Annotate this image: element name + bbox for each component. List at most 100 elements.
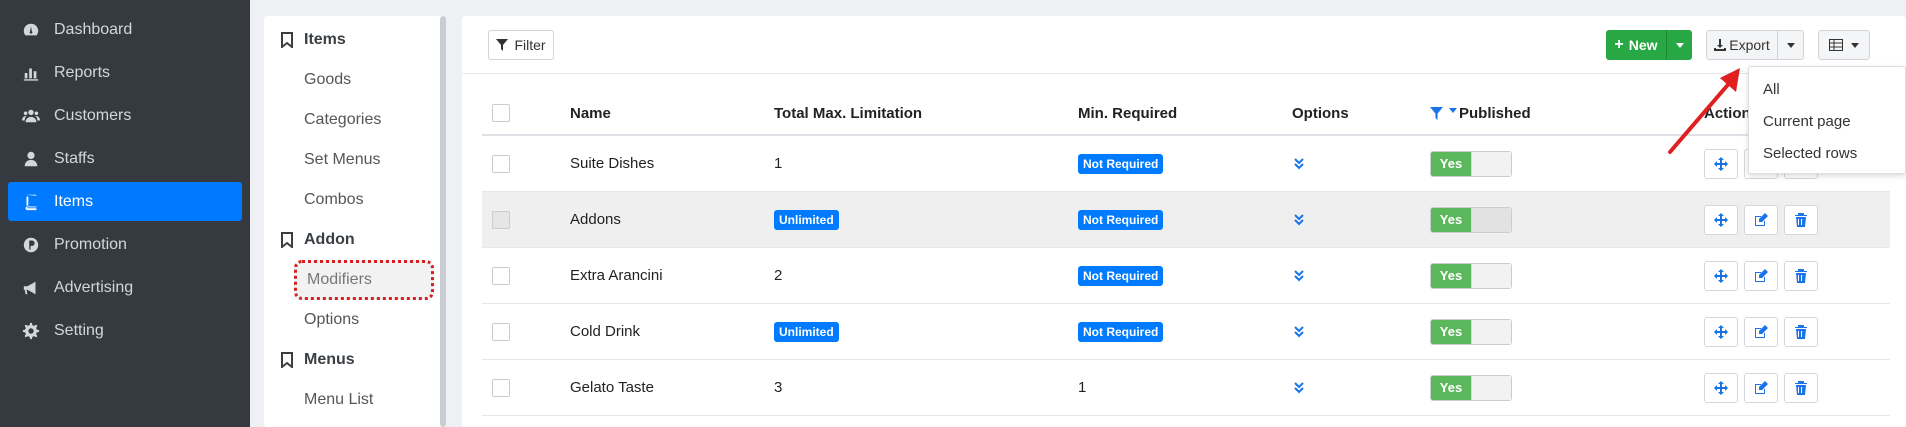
delete-button[interactable]	[1784, 372, 1818, 403]
select-all-checkbox[interactable]	[492, 104, 510, 122]
double-chevron-down-icon[interactable]	[1292, 269, 1306, 283]
filter-icon	[496, 39, 509, 51]
subnav-item-set-menus[interactable]: Set Menus	[264, 140, 446, 180]
users-icon	[20, 107, 42, 125]
sidebar-item-label: Customers	[54, 106, 132, 124]
export-selected-rows-option[interactable]: Selected rows	[1749, 137, 1905, 169]
delete-button[interactable]	[1784, 260, 1818, 291]
move-button[interactable]	[1704, 316, 1738, 347]
published-toggle[interactable]: Yes	[1430, 150, 1512, 177]
table-row: Suite Dishes 1 Not Required Yes	[482, 136, 1890, 192]
not-required-badge: Not Required	[1078, 209, 1164, 230]
row-checkbox[interactable]	[492, 378, 510, 397]
header-action: Action	[1704, 104, 1751, 122]
caret-down-icon	[1851, 42, 1859, 48]
delete-button[interactable]	[1784, 204, 1818, 235]
subnav-heading-menus: Menus	[264, 340, 446, 380]
subnav-item-options[interactable]: Options	[264, 300, 446, 340]
megaphone-icon	[20, 279, 42, 297]
published-toggle[interactable]: Yes	[1430, 262, 1512, 289]
sidebar-item-label: Items	[54, 192, 94, 210]
edit-button[interactable]	[1744, 316, 1778, 347]
edit-button[interactable]	[1744, 204, 1778, 235]
edit-icon	[1755, 324, 1768, 338]
main-content: Filter + New Export Name Total Max. Limi…	[462, 16, 1906, 427]
subnav-item-categories[interactable]: Categories	[264, 100, 446, 140]
export-button[interactable]: Export	[1706, 30, 1778, 60]
export-dropdown-toggle[interactable]	[1778, 30, 1804, 60]
sidebar-item-label: Setting	[54, 321, 104, 339]
header-total-max[interactable]: Total Max. Limitation	[774, 92, 922, 134]
book-icon	[20, 193, 42, 211]
columns-toggle-button[interactable]	[1818, 30, 1870, 60]
move-button[interactable]	[1704, 372, 1738, 403]
table-row: Addons Unlimited Not Required Yes	[482, 192, 1890, 248]
header-min-required[interactable]: Min. Required	[1078, 92, 1177, 134]
subnav-item-goods[interactable]: Goods	[264, 60, 446, 100]
move-button[interactable]	[1704, 148, 1738, 179]
published-toggle[interactable]: Yes	[1430, 374, 1512, 401]
sidebar-item-setting[interactable]: Setting	[8, 311, 242, 350]
row-min-required: 1	[1078, 379, 1087, 396]
main-sidebar: Dashboard Reports Customers Staffs Items…	[0, 0, 250, 427]
subnav-scrollbar[interactable]	[440, 16, 446, 427]
sidebar-item-promotion[interactable]: Promotion	[8, 225, 242, 264]
edit-button[interactable]	[1744, 372, 1778, 403]
row-checkbox[interactable]	[492, 210, 510, 229]
subnav-item-menu-list[interactable]: Menu List	[264, 380, 446, 420]
subnav-item-combos[interactable]: Combos	[264, 180, 446, 220]
header-published[interactable]: Published	[1430, 92, 1531, 134]
bookmark-icon	[281, 352, 293, 368]
new-button[interactable]: + New	[1606, 30, 1666, 60]
export-current-page-option[interactable]: Current page	[1749, 105, 1905, 137]
bookmark-icon	[281, 32, 293, 48]
row-total-max: 1	[774, 155, 783, 172]
row-name: Cold Drink	[570, 323, 641, 340]
row-name: Addons	[570, 211, 621, 228]
staff-icon	[20, 150, 42, 168]
sidebar-item-reports[interactable]: Reports	[8, 53, 242, 92]
move-button[interactable]	[1704, 204, 1738, 235]
sidebar-item-dashboard[interactable]: Dashboard	[8, 10, 242, 49]
header-name[interactable]: Name	[570, 92, 611, 134]
sidebar-item-items[interactable]: Items	[8, 182, 242, 221]
sort-caret-icon[interactable]	[1449, 107, 1457, 113]
export-all-option[interactable]: All	[1749, 73, 1905, 105]
double-chevron-down-icon[interactable]	[1292, 381, 1306, 395]
filter-icon[interactable]	[1430, 106, 1443, 120]
subnav-heading-addon: Addon	[264, 220, 446, 260]
published-toggle[interactable]: Yes	[1430, 206, 1512, 233]
published-toggle[interactable]: Yes	[1430, 318, 1512, 345]
double-chevron-down-icon[interactable]	[1292, 325, 1306, 339]
move-icon	[1714, 324, 1728, 339]
double-chevron-down-icon[interactable]	[1292, 213, 1306, 227]
sidebar-item-label: Dashboard	[54, 20, 133, 38]
gear-icon	[20, 322, 42, 340]
row-name: Extra Arancini	[570, 267, 663, 284]
filter-button[interactable]: Filter	[488, 30, 554, 60]
double-chevron-down-icon[interactable]	[1292, 157, 1306, 171]
not-required-badge: Not Required	[1078, 153, 1164, 174]
promotion-icon	[20, 236, 42, 254]
bar-chart-icon	[20, 64, 42, 82]
sidebar-item-customers[interactable]: Customers	[8, 96, 242, 135]
sidebar-item-staffs[interactable]: Staffs	[8, 139, 242, 178]
new-dropdown-toggle[interactable]	[1666, 30, 1692, 60]
unlimited-badge: Unlimited	[774, 209, 839, 230]
table-row: Gelato Taste 3 1 Yes	[482, 360, 1890, 416]
bookmark-icon	[281, 232, 293, 248]
move-button[interactable]	[1704, 260, 1738, 291]
row-checkbox[interactable]	[492, 154, 510, 173]
edit-button[interactable]	[1744, 260, 1778, 291]
not-required-badge: Not Required	[1078, 265, 1164, 286]
subnav-item-modifiers[interactable]: Modifiers	[294, 260, 434, 300]
sidebar-item-advertising[interactable]: Advertising	[8, 268, 242, 307]
row-checkbox[interactable]	[492, 322, 510, 341]
delete-button[interactable]	[1784, 316, 1818, 347]
sidebar-item-label: Staffs	[54, 149, 95, 167]
move-icon	[1714, 268, 1728, 283]
trash-icon	[1795, 380, 1807, 395]
move-icon	[1714, 380, 1728, 395]
dashboard-icon	[20, 21, 42, 39]
row-checkbox[interactable]	[492, 266, 510, 285]
